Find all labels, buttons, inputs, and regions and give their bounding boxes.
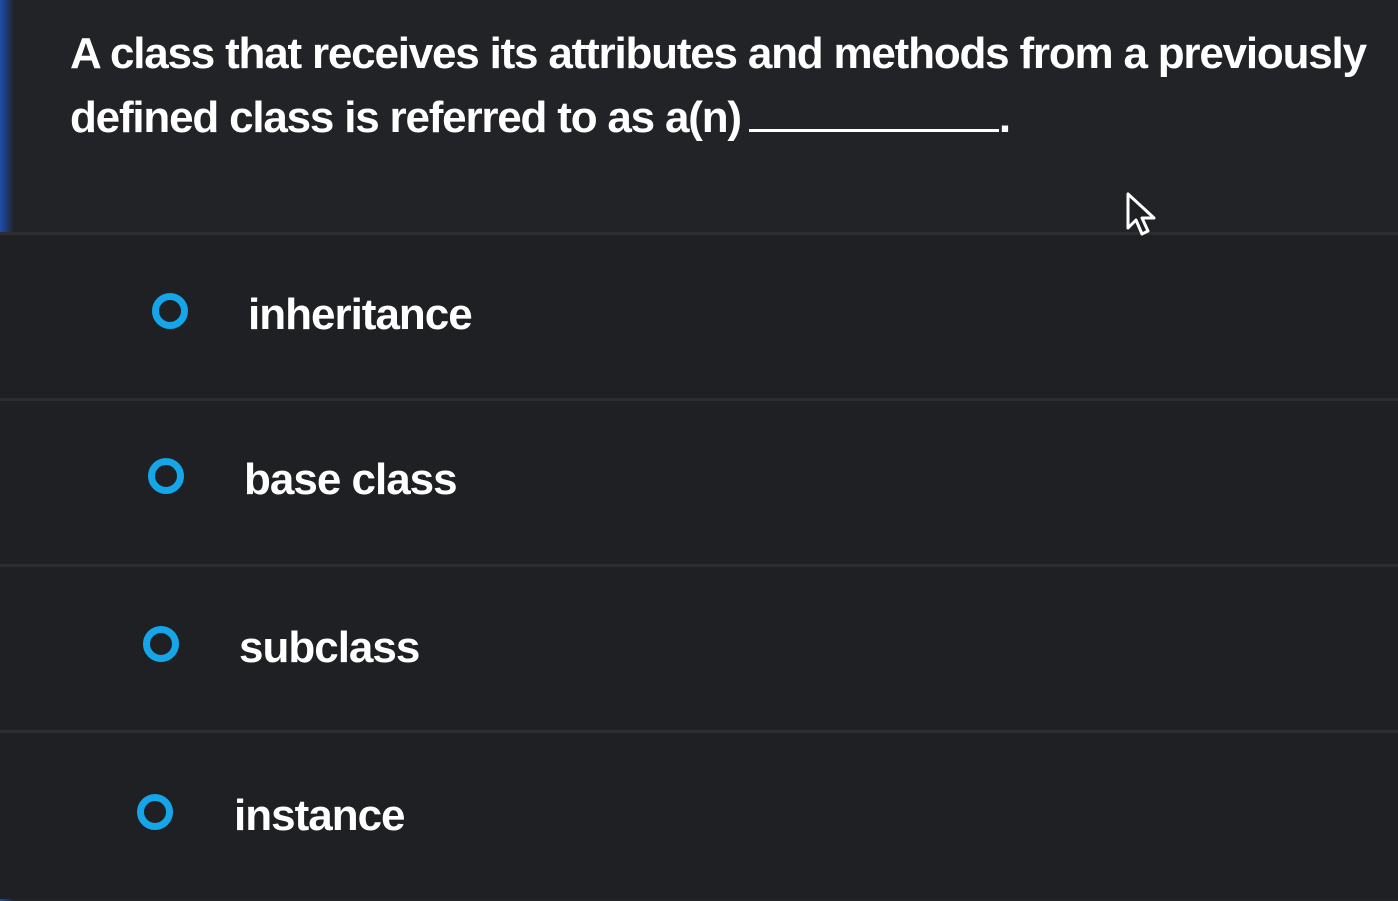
option-label: subclass (239, 623, 420, 672)
option-inheritance[interactable]: inheritance (0, 232, 1398, 401)
radio-unselected-icon[interactable] (143, 626, 179, 662)
question-period: . (998, 93, 1011, 142)
mouse-pointer-icon (1126, 192, 1156, 236)
answer-blank (748, 121, 999, 132)
question-text: A class that receives its attributes and… (70, 29, 1367, 142)
option-label: base class (244, 455, 458, 504)
option-label: inheritance (248, 290, 473, 339)
option-label: instance (234, 791, 406, 840)
answer-options: inheritance base class subclass instance (0, 232, 1398, 901)
radio-unselected-icon[interactable] (152, 293, 188, 329)
radio-unselected-icon[interactable] (148, 458, 184, 494)
question-prompt: A class that receives its attributes and… (70, 22, 1370, 150)
option-instance[interactable]: instance (0, 730, 1398, 899)
option-base-class[interactable]: base class (0, 398, 1398, 567)
radio-unselected-icon[interactable] (137, 794, 173, 830)
option-subclass[interactable]: subclass (0, 564, 1398, 733)
